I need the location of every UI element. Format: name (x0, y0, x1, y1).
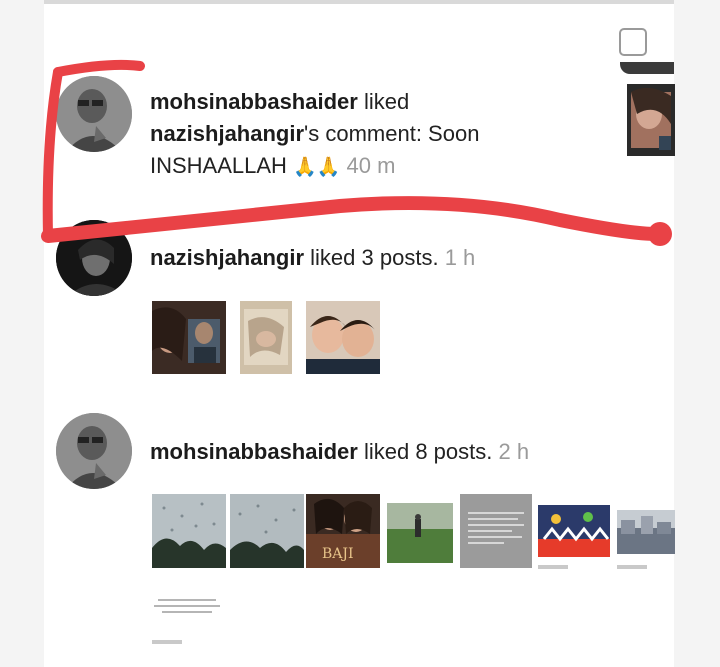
post-thumbnail[interactable] (627, 84, 675, 156)
poster-title: BAJI (322, 546, 354, 562)
timestamp: 2 h (498, 439, 530, 464)
comment-text: 's comment: Soon (304, 121, 480, 146)
praying-hands-icon: 🙏🙏 (293, 157, 341, 178)
checkbox-icon[interactable] (619, 28, 647, 56)
post-thumbnail[interactable] (306, 301, 380, 374)
notification-verb: liked (357, 89, 410, 114)
post-thumbnail[interactable] (538, 505, 610, 557)
notification-verb: liked 8 posts. (357, 439, 493, 464)
timestamp: 1 h (444, 245, 476, 270)
notification-text[interactable]: mohsinabbashaider liked 8 posts. 2 h (150, 436, 615, 468)
notification-text[interactable]: nazishjahangir liked 3 posts. 1 h (150, 242, 615, 274)
avatar[interactable] (56, 413, 132, 489)
post-thumbnail[interactable] (460, 494, 532, 568)
notification-verb: liked 3 posts. (304, 245, 439, 270)
thumb-caption-line (152, 640, 182, 644)
username-link[interactable]: mohsinabbashaider (150, 89, 358, 114)
header-tab-edge (620, 62, 674, 74)
comment-text-continued: INSHAALLAH (150, 153, 287, 178)
top-divider (44, 0, 674, 4)
avatar[interactable] (56, 220, 132, 296)
avatar[interactable] (56, 76, 132, 152)
post-thumbnail[interactable] (240, 301, 292, 374)
post-thumbnail[interactable] (152, 494, 226, 568)
thumb-caption-line (617, 565, 647, 569)
thumb-caption-line (538, 565, 568, 569)
post-thumbnail[interactable] (617, 510, 675, 554)
username-link[interactable]: mohsinabbashaider (150, 439, 358, 464)
timestamp: 40 m (346, 153, 396, 178)
post-thumbnail[interactable] (152, 596, 222, 618)
post-thumbnail[interactable] (152, 301, 226, 374)
target-username-link[interactable]: nazishjahangir (150, 121, 304, 146)
post-thumbnail[interactable]: BAJI (306, 494, 380, 568)
notification-text[interactable]: mohsinabbashaider liked nazishjahangir's… (150, 86, 615, 184)
post-thumbnail[interactable] (387, 503, 453, 563)
username-link[interactable]: nazishjahangir (150, 245, 304, 270)
post-thumbnail[interactable] (230, 494, 304, 568)
